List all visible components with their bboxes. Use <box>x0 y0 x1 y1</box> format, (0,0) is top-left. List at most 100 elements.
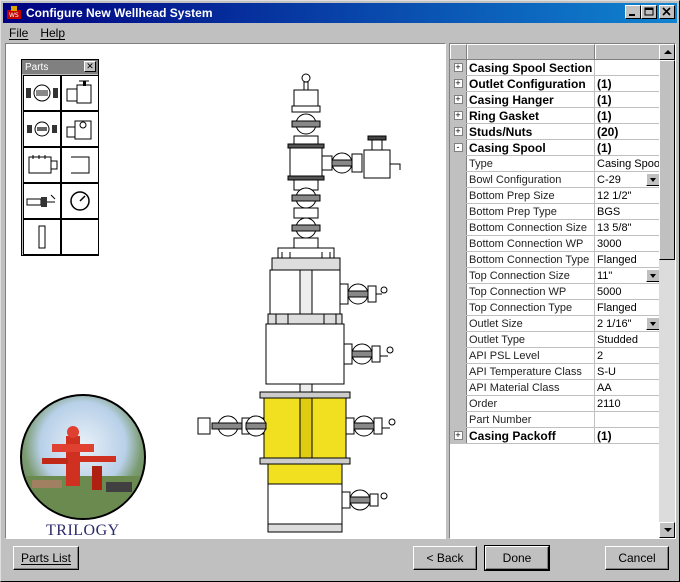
combo-arrow-icon[interactable] <box>646 173 660 186</box>
window-title: Configure New Wellhead System <box>26 6 213 20</box>
property-grid[interactable]: + Casing Spool Section + Outlet Configurati… <box>449 43 676 539</box>
grid-property-row[interactable]: Outlet Size 2 1/16" <box>450 316 660 332</box>
row-expander-cell[interactable]: + <box>450 428 467 443</box>
grid-section-row[interactable]: - Casing Spool (1) <box>450 140 660 156</box>
plus-icon[interactable]: + <box>453 127 463 136</box>
property-value-text: (1) <box>597 108 612 123</box>
property-value <box>595 60 660 75</box>
property-value[interactable]: BGS <box>595 204 660 219</box>
svg-text:WS: WS <box>9 12 19 19</box>
property-value[interactable]: C-29 <box>595 172 660 187</box>
property-value[interactable]: 3000 <box>595 236 660 251</box>
property-value[interactable]: 13 5/8" <box>595 220 660 235</box>
top-gauge-icon <box>301 73 311 83</box>
grid-section-row[interactable]: + Ring Gasket (1) <box>450 108 660 124</box>
row-expander-cell[interactable]: + <box>450 108 467 123</box>
grid-property-row[interactable]: Top Connection Size 11" <box>450 268 660 284</box>
grid-vertical-scrollbar[interactable] <box>659 44 675 538</box>
minimize-button[interactable] <box>625 5 641 19</box>
row-expander-cell[interactable]: + <box>450 124 467 139</box>
menu-file[interactable]: File <box>3 26 34 40</box>
property-value[interactable]: 2110 <box>595 396 660 411</box>
row-expander-cell <box>450 252 467 267</box>
plus-icon[interactable]: + <box>453 79 463 88</box>
plus-icon[interactable]: + <box>453 95 463 104</box>
property-value: (1) <box>595 92 660 107</box>
property-value: (1) <box>595 108 660 123</box>
grid-property-row[interactable]: Part Number <box>450 412 660 428</box>
menu-bar: File Help <box>3 24 71 42</box>
menu-help[interactable]: Help <box>34 26 71 40</box>
property-value[interactable]: Flanged <box>595 252 660 267</box>
property-value[interactable]: Studded <box>595 332 660 347</box>
property-value[interactable]: Flanged <box>595 300 660 315</box>
property-value[interactable]: 5000 <box>595 284 660 299</box>
property-value: (1) <box>595 76 660 91</box>
plus-icon[interactable]: + <box>453 63 463 72</box>
grid-section-row[interactable]: + Casing Spool Section <box>450 60 660 76</box>
property-value[interactable]: AA <box>595 380 660 395</box>
grid-property-row[interactable]: Top Connection WP 5000 <box>450 284 660 300</box>
grid-property-row[interactable]: Bottom Connection Size 13 5/8" <box>450 220 660 236</box>
trilogy-logo-text: TRILOGY <box>46 522 120 539</box>
grid-property-row[interactable]: Top Connection Type Flanged <box>450 300 660 316</box>
scroll-up-icon[interactable] <box>659 44 675 60</box>
property-value[interactable]: 2 1/16" <box>595 316 660 331</box>
grid-property-row[interactable]: API Material Class AA <box>450 380 660 396</box>
parts-list-button[interactable]: Parts List <box>13 546 79 570</box>
grid-property-row[interactable]: Order 2110 <box>450 396 660 412</box>
grid-rows: + Casing Spool Section + Outlet Configurati… <box>450 60 660 444</box>
minus-icon[interactable]: - <box>453 143 463 152</box>
done-button[interactable]: Done <box>484 545 550 571</box>
grid-property-row[interactable]: Bottom Connection WP 3000 <box>450 236 660 252</box>
grid-property-row[interactable]: API PSL Level 2 <box>450 348 660 364</box>
grid-property-row[interactable]: Outlet Type Studded <box>450 332 660 348</box>
property-value[interactable]: 12 1/2" <box>595 188 660 203</box>
property-label: API PSL Level <box>467 348 595 363</box>
combo-arrow-icon[interactable] <box>646 317 660 330</box>
wellhead-canvas[interactable]: Parts ✕ TRILOGY <box>5 43 446 539</box>
grid-property-row[interactable]: Bowl Configuration C-29 <box>450 172 660 188</box>
grid-property-row[interactable]: Bottom Prep Type BGS <box>450 204 660 220</box>
property-value[interactable]: 11" <box>595 268 660 283</box>
property-value[interactable]: S-U <box>595 364 660 379</box>
grid-section-row[interactable]: + Casing Packoff (1) <box>450 428 660 444</box>
property-value-text: Studded <box>597 333 638 346</box>
back-button[interactable]: < Back <box>413 546 477 570</box>
cancel-button[interactable]: Cancel <box>605 546 669 570</box>
grid-section-row[interactable]: + Casing Hanger (1) <box>450 92 660 108</box>
property-label: Top Connection Type <box>467 300 595 315</box>
property-value-text: 5000 <box>597 285 622 298</box>
grid-property-row[interactable]: Bottom Prep Size 12 1/2" <box>450 188 660 204</box>
scroll-thumb[interactable] <box>659 60 675 260</box>
plus-icon[interactable]: + <box>453 431 463 440</box>
row-expander-cell <box>450 204 467 219</box>
property-label: Casing Hanger <box>467 92 595 107</box>
grid-header-value[interactable] <box>595 44 660 59</box>
maximize-button[interactable] <box>641 5 657 19</box>
row-expander-cell <box>450 412 467 427</box>
combo-arrow-icon[interactable] <box>646 269 660 282</box>
scroll-down-icon[interactable] <box>659 522 675 538</box>
grid-section-row[interactable]: + Outlet Configuration (1) <box>450 76 660 92</box>
title-bar[interactable]: WS Configure New Wellhead System <box>3 3 677 23</box>
grid-section-row[interactable]: + Studs/Nuts (20) <box>450 124 660 140</box>
row-expander-cell[interactable]: + <box>450 76 467 91</box>
row-expander-cell <box>450 380 467 395</box>
grid-property-row[interactable]: Bottom Connection Type Flanged <box>450 252 660 268</box>
row-expander-cell <box>450 268 467 283</box>
property-value[interactable]: Casing Spool <box>595 156 660 171</box>
grid-header <box>450 44 675 60</box>
property-value[interactable] <box>595 412 660 427</box>
row-expander-cell[interactable]: + <box>450 92 467 107</box>
close-button[interactable] <box>659 5 675 19</box>
row-expander-cell <box>450 172 467 187</box>
property-value[interactable]: 2 <box>595 348 660 363</box>
grid-header-property[interactable] <box>467 44 595 59</box>
row-expander-cell[interactable]: - <box>450 140 467 155</box>
plus-icon[interactable]: + <box>453 111 463 120</box>
grid-property-row[interactable]: Type Casing Spool <box>450 156 660 172</box>
grid-property-row[interactable]: API Temperature Class S-U <box>450 364 660 380</box>
row-expander-cell[interactable]: + <box>450 60 467 75</box>
property-value-text: 2 <box>597 349 604 362</box>
